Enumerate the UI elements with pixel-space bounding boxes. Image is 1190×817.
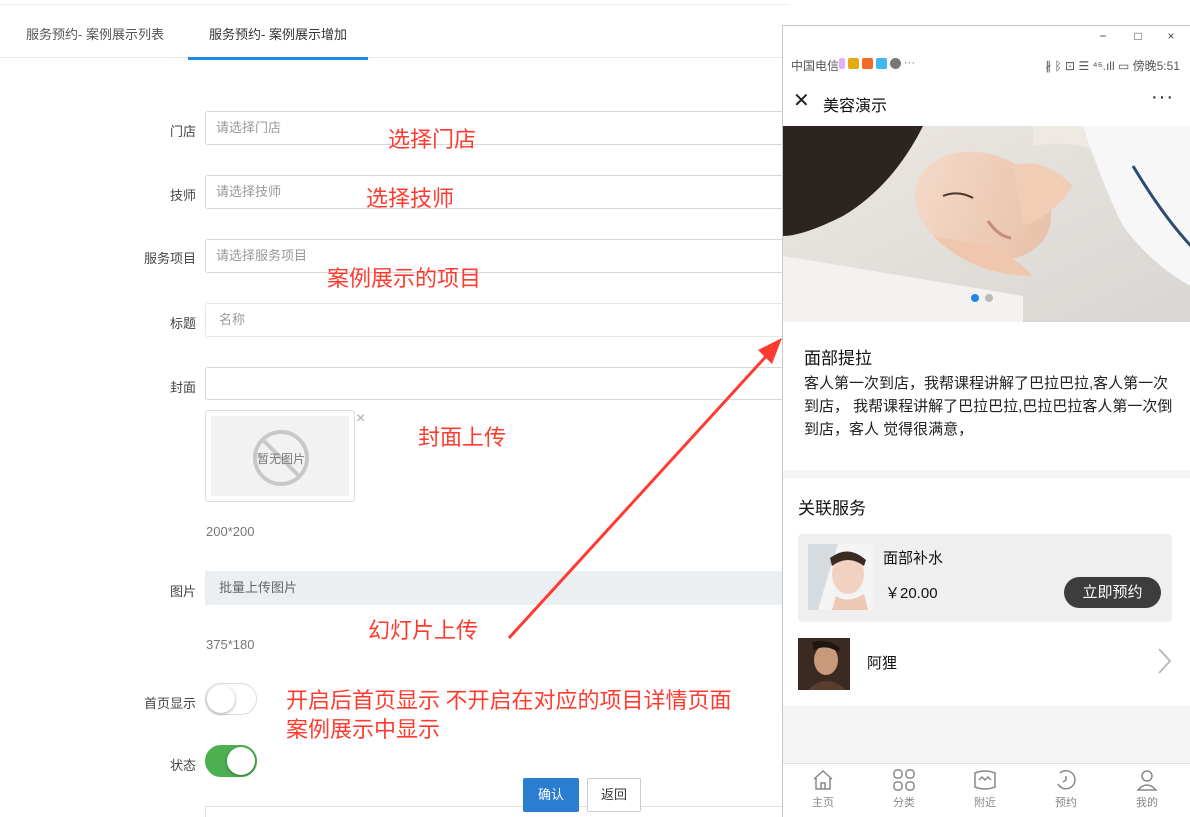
toggle-knob <box>227 747 255 775</box>
phone-preview-window: − □ × 中国电信 ··· ∦ ᛒ ⊡ ☰ ⁴⁶.ıll ▭ 傍晚5:51 ✕… <box>782 25 1190 817</box>
service-name: 阿狸 <box>867 655 898 672</box>
carousel-indicators <box>971 294 993 302</box>
cover-label: 封面 <box>169 380 196 395</box>
title-input[interactable]: 名称 <box>205 303 805 337</box>
technician-label: 技师 <box>169 188 196 203</box>
home-icon <box>813 769 833 790</box>
cover-size-hint: 200*200 <box>206 524 255 539</box>
wechat-icon <box>890 58 901 69</box>
tabbar-booking[interactable]: 预约 <box>1031 768 1101 817</box>
cover-input[interactable] <box>205 367 805 400</box>
no-image-placeholder: 暂无图片 <box>211 416 349 496</box>
tabbar-label: 预约 <box>1055 797 1077 809</box>
service-thumbnail-image <box>798 638 850 690</box>
store-select[interactable]: 请选择门店 <box>205 111 805 145</box>
technician-select[interactable]: 请选择技师 <box>205 175 805 209</box>
home-display-note-line1: 开启后首页显示 不开启在对应的项目详情页面 <box>286 688 732 713</box>
title-label: 标题 <box>169 316 196 331</box>
notification-icons: ··· <box>839 58 915 69</box>
service-thumbnail <box>798 638 850 690</box>
related-services: 关联服务 面部补水 ￥20.00 立即预约 阿狸 <box>783 478 1190 706</box>
back-button[interactable]: 返回 <box>587 778 641 812</box>
book-now-button[interactable]: 立即预约 <box>1064 577 1161 608</box>
user-icon <box>1136 770 1158 791</box>
tabbar-label: 主页 <box>812 797 834 809</box>
no-image-icon: 暂无图片 <box>253 430 309 486</box>
grid-icon <box>893 769 915 791</box>
service-thumbnail-image <box>808 544 874 610</box>
home-display-note-line2: 案例展示中显示 <box>286 717 441 742</box>
miniapp-title: 美容演示 <box>823 98 888 115</box>
case-card: 面部提拉 客人第一次到店，我帮课程讲解了巴拉巴拉,客人第一次到店， 我帮课程讲解… <box>783 322 1190 470</box>
chevron-right-icon <box>1158 648 1172 674</box>
banner-image <box>783 126 1190 322</box>
map-icon <box>974 770 996 790</box>
service-thumbnail <box>808 544 874 610</box>
service-list-item[interactable]: 阿狸 <box>798 636 1172 692</box>
more-menu-icon[interactable]: ··· <box>1151 86 1174 109</box>
store-label: 门店 <box>169 124 196 139</box>
tabbar-nearby[interactable]: 附近 <box>950 768 1020 817</box>
case-description: 客人第一次到店，我帮课程讲解了巴拉巴拉,客人第一次到店， 我帮课程讲解了巴拉巴拉… <box>804 375 1173 438</box>
more-notify-icon: ··· <box>904 57 915 69</box>
carrier-name: 中国电信 <box>791 59 840 73</box>
app-notify-icon <box>848 58 859 69</box>
images-note: 幻灯片上传 <box>368 618 479 643</box>
tab-case-list[interactable]: 服务预约- 案例展示列表 <box>26 14 164 58</box>
service-name: 面部补水 <box>883 550 944 567</box>
app-notify-icon <box>862 58 873 69</box>
close-icon[interactable]: ✕ <box>793 90 810 112</box>
phone-statusbar: 中国电信 ··· ∦ ᛒ ⊡ ☰ ⁴⁶.ıll ▭ 傍晚5:51 <box>783 52 1190 78</box>
toggle-knob <box>207 685 235 713</box>
service-item-select[interactable]: 请选择服务项目 <box>205 239 805 273</box>
carousel-dot[interactable] <box>985 294 993 302</box>
next-field <box>205 806 805 817</box>
cover-preview[interactable]: 暂无图片 <box>205 410 355 502</box>
technician-note: 选择技师 <box>366 186 455 211</box>
window-maximize-button[interactable]: □ <box>1128 29 1148 43</box>
miniapp-navbar: ✕ 美容演示 ··· <box>783 78 1190 126</box>
carousel-dot-active[interactable] <box>971 294 979 302</box>
status-toggle[interactable] <box>205 745 257 777</box>
status-right: ∦ ᛒ ⊡ ☰ ⁴⁶.ıll ▭ 傍晚5:51 <box>1045 59 1180 73</box>
window-minimize-button[interactable]: − <box>1093 29 1113 43</box>
store-note: 选择门店 <box>388 127 477 152</box>
tabbar-label: 分类 <box>893 797 915 809</box>
no-image-text: 暂无图片 <box>257 452 305 466</box>
window-close-button[interactable]: × <box>1161 29 1181 43</box>
service-price: ￥20.00 <box>885 585 938 602</box>
window-titlebar: − □ × <box>783 26 1190 52</box>
tabbar-label: 我的 <box>1136 797 1158 809</box>
clock-icon <box>1057 770 1076 790</box>
status-label: 状态 <box>169 758 196 773</box>
tabbar-category[interactable]: 分类 <box>869 768 939 817</box>
top-divider <box>0 4 790 5</box>
images-label: 图片 <box>169 584 196 599</box>
service-card[interactable]: 面部补水 ￥20.00 立即预约 <box>798 534 1172 622</box>
case-title: 面部提拉 <box>804 349 872 368</box>
images-size-hint: 375*180 <box>206 637 255 652</box>
app-notify-icon <box>876 58 887 69</box>
tab-case-add[interactable]: 服务预约- 案例展示增加 <box>188 14 368 60</box>
home-display-toggle[interactable] <box>205 683 257 715</box>
app-notify-icon <box>839 58 845 69</box>
tabbar-mine[interactable]: 我的 <box>1112 768 1182 817</box>
related-services-title: 关联服务 <box>798 499 866 518</box>
banner-carousel[interactable] <box>783 126 1190 322</box>
service-item-note: 案例展示的项目 <box>327 266 482 291</box>
home-display-label: 首页显示 <box>143 696 196 711</box>
cover-remove-icon[interactable]: × <box>356 410 365 428</box>
confirm-button[interactable]: 确认 <box>523 778 579 812</box>
batch-upload-button[interactable]: 批量上传图片 <box>205 571 805 605</box>
service-item-label: 服务项目 <box>143 251 196 266</box>
tab-bar: 服务预约- 案例展示列表 服务预约- 案例展示增加 <box>0 14 790 60</box>
phone-tabbar: 主页 分类 附近 预约 我的 <box>783 763 1190 817</box>
tabbar-label: 附近 <box>974 797 996 809</box>
cover-note: 封面上传 <box>418 425 507 450</box>
tabbar-home[interactable]: 主页 <box>788 768 858 817</box>
